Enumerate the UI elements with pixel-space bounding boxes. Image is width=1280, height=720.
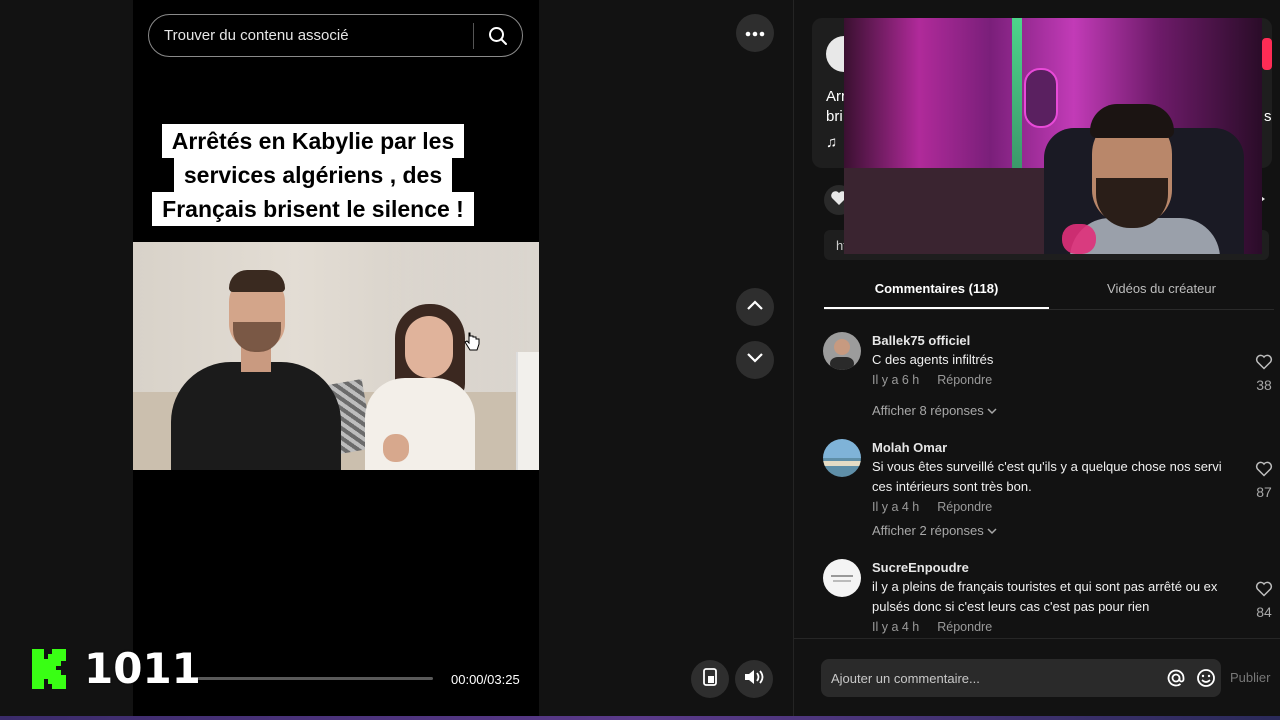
video-player[interactable]: Trouver du contenu associé Arrêtés en Ka… bbox=[133, 0, 539, 716]
progress-bar[interactable] bbox=[178, 677, 433, 680]
chevron-down-icon bbox=[746, 351, 764, 369]
reply-button[interactable]: Répondre bbox=[937, 500, 992, 514]
avatar[interactable] bbox=[823, 439, 861, 477]
show-replies-button[interactable]: Afficher 2 réponses bbox=[872, 523, 997, 538]
caption-line-2: services algériens , des bbox=[173, 158, 453, 192]
heart-outline-icon bbox=[1255, 581, 1273, 601]
microphone bbox=[1062, 224, 1096, 254]
chevron-down-icon bbox=[987, 403, 997, 418]
avatar[interactable] bbox=[823, 559, 861, 597]
heart-outline-icon bbox=[1255, 354, 1273, 374]
comment-composer: Ajouter un commentaire... Publier bbox=[794, 638, 1280, 720]
emoji-icon[interactable] bbox=[1191, 668, 1221, 688]
comment-text: Si vous êtes surveillé c'est qu'ils y a … bbox=[872, 459, 1222, 494]
comment-input[interactable]: Ajouter un commentaire... bbox=[821, 659, 1221, 697]
time-display: 00:00/03:25 bbox=[451, 672, 520, 687]
video-title-partial-a: Arr bbox=[826, 88, 846, 105]
more-options-button[interactable] bbox=[736, 14, 774, 52]
streamer-hair bbox=[1090, 104, 1174, 138]
panel-tabs: Commentaires (118) Vidéos du créateur bbox=[824, 272, 1274, 310]
comment-time: Il y a 6 h bbox=[872, 373, 920, 387]
video-title-partial-b: bri bbox=[826, 108, 843, 125]
volume-icon bbox=[743, 668, 765, 691]
woman-figure bbox=[365, 378, 475, 470]
webcam-overlay bbox=[844, 18, 1262, 254]
like-count: 87 bbox=[1256, 484, 1272, 500]
chevron-up-icon bbox=[746, 298, 764, 316]
follow-button[interactable] bbox=[1262, 38, 1272, 70]
avatar[interactable] bbox=[823, 332, 861, 370]
kick-logo-icon bbox=[30, 647, 70, 691]
video-frame bbox=[133, 242, 539, 470]
comment-username[interactable]: Ballek75 officiel bbox=[872, 332, 1242, 350]
video-title-partial-c: s bbox=[1264, 108, 1272, 125]
like-count: 38 bbox=[1256, 377, 1272, 393]
man-hair bbox=[229, 270, 285, 292]
app-root: Trouver du contenu associé Arrêtés en Ka… bbox=[0, 0, 1280, 720]
tab-comments[interactable]: Commentaires (118) bbox=[824, 272, 1049, 309]
woman-head bbox=[405, 316, 453, 378]
comment-text: il y a pleins de français touristes et q… bbox=[872, 579, 1218, 614]
previous-video-button[interactable] bbox=[736, 288, 774, 326]
chevron-down-icon bbox=[987, 523, 997, 538]
comment-username[interactable]: SucreEnpoudre bbox=[872, 559, 1242, 577]
search-icon[interactable] bbox=[474, 15, 522, 56]
search-bar[interactable]: Trouver du contenu associé bbox=[148, 14, 523, 57]
tab-creator-videos[interactable]: Vidéos du créateur bbox=[1049, 272, 1274, 309]
caption-line-1: Arrêtés en Kabylie par les bbox=[161, 124, 465, 158]
caption-line-3: Français brisent le silence ! bbox=[152, 192, 474, 226]
bottom-strip bbox=[0, 716, 1280, 720]
picture-in-picture-icon bbox=[702, 667, 718, 692]
show-replies-label: Afficher 2 réponses bbox=[872, 523, 984, 538]
comment-like[interactable]: 84 bbox=[1249, 581, 1279, 620]
comment-input-placeholder[interactable]: Ajouter un commentaire... bbox=[831, 671, 1161, 686]
comment-text: C des agents infiltrés bbox=[872, 352, 994, 367]
woman-hand bbox=[383, 434, 409, 462]
show-replies-button[interactable]: Afficher 8 réponses bbox=[872, 403, 997, 418]
shelf bbox=[516, 352, 539, 470]
neon-lamp bbox=[1024, 68, 1058, 128]
hand-cursor-icon bbox=[464, 332, 480, 357]
music-icon: ♫ bbox=[826, 134, 838, 151]
comment-username[interactable]: Molah Omar bbox=[872, 439, 1242, 457]
publish-button[interactable]: Publier bbox=[1230, 670, 1270, 685]
like-count: 84 bbox=[1256, 604, 1272, 620]
show-replies-label: Afficher 8 réponses bbox=[872, 403, 984, 418]
more-icon bbox=[745, 24, 765, 42]
mention-icon[interactable] bbox=[1161, 668, 1191, 688]
comment-like[interactable]: 38 bbox=[1249, 354, 1279, 393]
stream-overlay: 1011 bbox=[30, 644, 201, 693]
video-caption: Arrêtés en Kabylie par les services algé… bbox=[133, 124, 493, 226]
heart-outline-icon bbox=[1255, 461, 1273, 481]
search-input[interactable]: Trouver du contenu associé bbox=[149, 27, 473, 44]
comment-like[interactable]: 87 bbox=[1249, 461, 1279, 500]
man-figure bbox=[171, 362, 341, 470]
comment-time: Il y a 4 h bbox=[872, 500, 920, 514]
reply-button[interactable]: Répondre bbox=[937, 620, 992, 634]
overlay-counter: 1011 bbox=[84, 644, 201, 693]
mini-player-button[interactable] bbox=[691, 660, 729, 698]
reply-button[interactable]: Répondre bbox=[937, 373, 992, 387]
volume-button[interactable] bbox=[735, 660, 773, 698]
next-video-button[interactable] bbox=[736, 341, 774, 379]
creator-avatar[interactable] bbox=[826, 36, 846, 72]
comment-time: Il y a 4 h bbox=[872, 620, 920, 634]
